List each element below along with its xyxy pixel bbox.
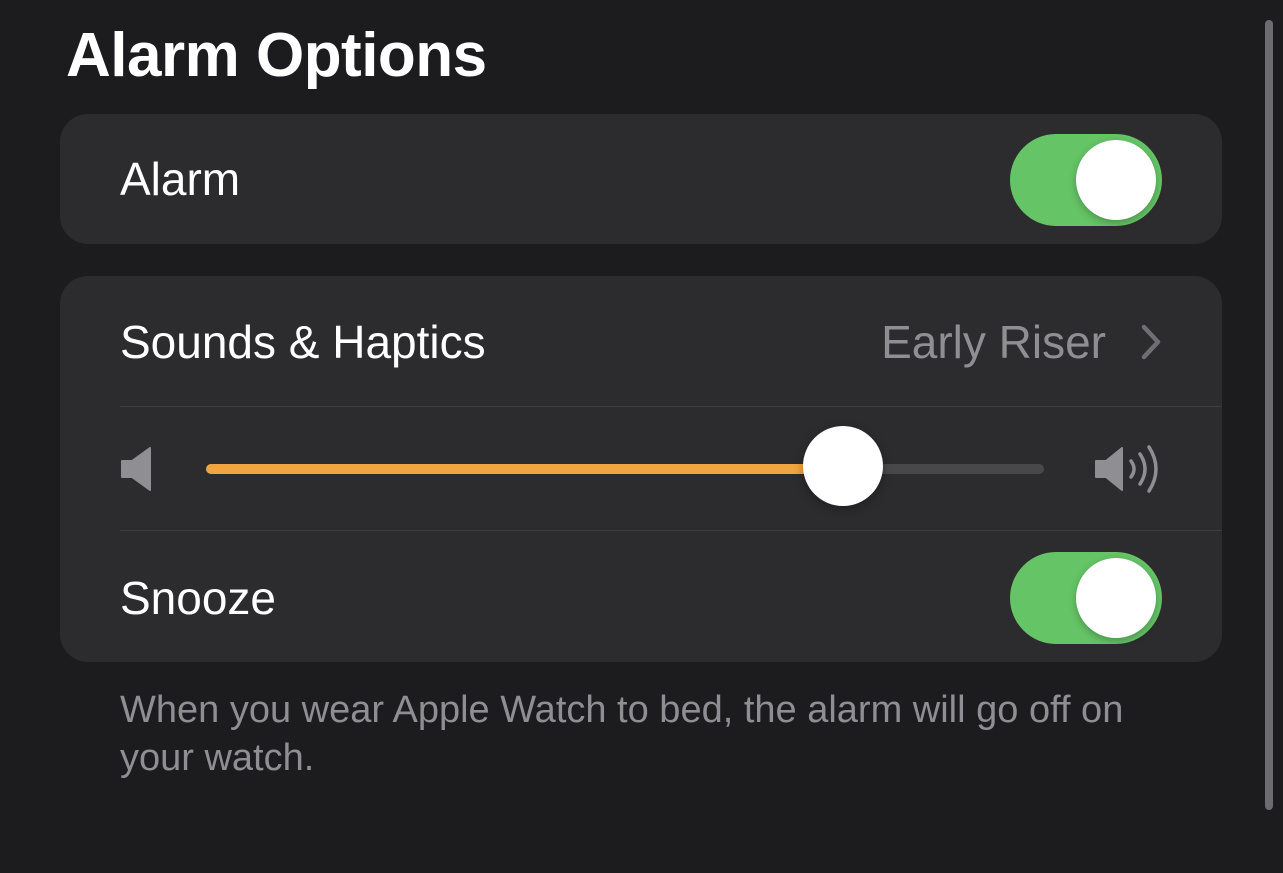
scrollbar[interactable]	[1265, 20, 1273, 810]
alarm-toggle[interactable]	[1010, 134, 1162, 226]
alarm-options-screen: Alarm Options Alarm Sounds & Haptics Ear…	[0, 0, 1283, 873]
alarm-card: Alarm	[60, 114, 1222, 244]
volume-slider-fill	[206, 464, 843, 474]
sounds-haptics-value: Early Riser	[881, 316, 1106, 368]
alarm-settings-card: Sounds & Haptics Early Riser Snooze	[60, 276, 1222, 662]
snooze-toggle[interactable]	[1010, 552, 1162, 644]
alarm-label: Alarm	[120, 153, 241, 205]
snooze-label: Snooze	[120, 572, 277, 624]
page-title: Alarm Options	[66, 21, 487, 90]
alarm-toggle-knob	[1076, 140, 1156, 220]
sounds-haptics-row[interactable]: Sounds & Haptics Early Riser	[60, 276, 1222, 406]
speaker-high-icon	[1095, 445, 1158, 493]
volume-slider-thumb[interactable]	[802, 426, 883, 506]
alarm-footer-note: When you wear Apple Watch to bed, the al…	[120, 689, 1124, 779]
chevron-right-icon	[1141, 324, 1161, 360]
sounds-haptics-label: Sounds & Haptics	[120, 316, 486, 368]
row-divider	[120, 406, 1222, 407]
snooze-toggle-knob	[1076, 558, 1156, 638]
row-divider	[120, 530, 1222, 531]
speaker-low-icon	[121, 447, 151, 491]
volume-slider-track[interactable]	[206, 464, 1044, 474]
